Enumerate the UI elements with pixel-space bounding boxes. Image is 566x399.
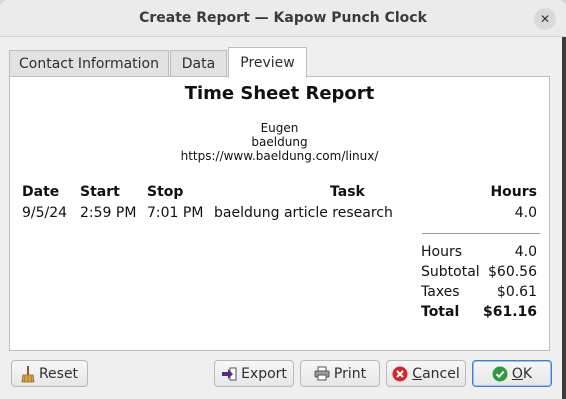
ok-rest: K [522, 365, 533, 382]
row-task: baeldung article research [214, 205, 393, 221]
cancel-mnemonic: C [412, 365, 423, 382]
column-header-date: Date [22, 184, 60, 200]
window-title: Create Report — Kapow Punch Clock [139, 10, 427, 26]
window-edge [562, 37, 566, 399]
reset-button-label: Reset [38, 365, 79, 382]
export-button[interactable]: Export [214, 360, 294, 387]
dialog-window: Create Report — Kapow Punch Clock ✕ Cont… [0, 0, 566, 399]
close-icon: ✕ [539, 12, 551, 26]
contact-name: Eugen [260, 121, 299, 135]
print-button[interactable]: Print [300, 360, 380, 387]
cancel-button-label: Cancel [412, 366, 459, 382]
export-button-label: Export [241, 365, 287, 382]
tab-contact-information[interactable]: Contact Information [9, 50, 169, 77]
summary-subtotal-label: Subtotal [421, 264, 480, 280]
ok-mnemonic: O [511, 365, 523, 382]
contact-company: baeldung [251, 135, 308, 149]
column-header-task: Task [330, 184, 365, 200]
preview-panel: Time Sheet Report Eugen baeldung https:/… [9, 76, 550, 351]
row-start: 2:59 PM [80, 205, 137, 221]
cancel-icon [392, 366, 408, 382]
row-date: 9/5/24 [22, 205, 68, 221]
title-bar: Create Report — Kapow Punch Clock ✕ [0, 0, 566, 37]
broom-icon [21, 365, 35, 383]
summary-subtotal-value: $60.56 [488, 264, 537, 280]
reset-button[interactable]: Reset [11, 360, 88, 387]
cancel-button[interactable]: Cancel [386, 360, 466, 387]
export-arrow-icon [221, 367, 237, 381]
ok-button-label: OK [512, 366, 532, 382]
ok-button[interactable]: OK [472, 360, 552, 387]
summary-total-value: $61.16 [482, 304, 537, 320]
summary-hours-label: Hours [421, 244, 463, 260]
print-button-label: Print [333, 365, 367, 382]
summary-taxes-label: Taxes [421, 284, 460, 300]
tab-preview[interactable]: Preview [228, 47, 307, 78]
tab-data[interactable]: Data [170, 50, 227, 77]
row-stop: 7:01 PM [147, 205, 204, 221]
summary-hours-value: 4.0 [514, 244, 537, 260]
column-header-start: Start [80, 184, 120, 200]
summary-taxes-value: $0.61 [496, 284, 537, 300]
contact-website: https://www.baeldung.com/linux/ [180, 149, 379, 163]
check-icon [492, 366, 508, 382]
report-title: Time Sheet Report [184, 83, 375, 104]
close-button[interactable]: ✕ [534, 8, 556, 30]
cancel-rest: ancel [422, 365, 460, 382]
row-hours: 4.0 [514, 205, 537, 221]
summary-divider [422, 233, 540, 234]
summary-total-label: Total [421, 304, 460, 320]
printer-icon [314, 366, 330, 381]
column-header-hours: Hours [490, 184, 537, 200]
column-header-stop: Stop [147, 184, 184, 200]
